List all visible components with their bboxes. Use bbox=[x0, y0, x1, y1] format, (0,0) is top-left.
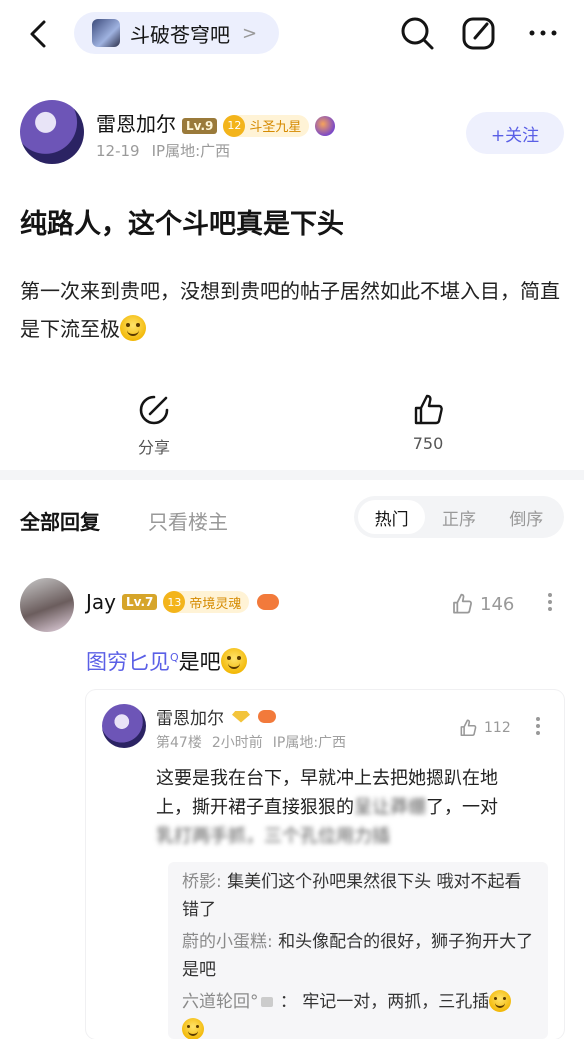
quoted-reply-card[interactable]: 雷恩加尔 第47楼 2小时前 IP属地:广西 112 这要是我在台下，早就冲上去把她… bbox=[86, 690, 564, 1039]
rank-title: 斗圣九星 bbox=[249, 120, 302, 135]
orb-badge-icon bbox=[315, 115, 336, 136]
sub-reply-text: 牢记一对，两抓，三孔插 bbox=[302, 992, 490, 1012]
sort-toggle: 热门 正序 倒序 bbox=[354, 496, 564, 538]
post-title: 纯路人，这个斗吧真是下头 bbox=[20, 209, 344, 240]
tab-all-replies[interactable]: 全部回复 bbox=[20, 506, 100, 535]
gamepad-icon bbox=[257, 594, 280, 610]
section-divider bbox=[0, 470, 584, 480]
topic-link-text: 图穷匕见 bbox=[86, 650, 170, 674]
avatar[interactable] bbox=[20, 578, 74, 632]
rank-badge: 12 斗圣九星 bbox=[223, 114, 310, 137]
search-icon[interactable] bbox=[398, 14, 436, 52]
more-options-icon[interactable] bbox=[533, 714, 543, 738]
hidden-name-mark bbox=[260, 997, 273, 1007]
shocked-emoji-icon bbox=[489, 990, 512, 1012]
nested-text-line2-end: 了，一对 bbox=[426, 797, 498, 818]
author-name-row: 雷恩加尔 Lv.9 12 斗圣九星 bbox=[96, 108, 336, 137]
sub-reply-user[interactable]: 蔚的小蛋糕: bbox=[182, 932, 273, 952]
search-mini-icon: Q bbox=[170, 651, 179, 664]
post-author: 雷恩加尔 Lv.9 12 斗圣九星 12-19 IP属地:广西 +关注 bbox=[20, 100, 564, 166]
post-body: 第一次来到贵吧，没想到贵吧的帖子居然如此不堪入目，简直是下流至极 bbox=[20, 272, 560, 348]
level-badge: Lv.7 bbox=[122, 594, 158, 610]
comment-text: 图穷匕见Q是吧 bbox=[86, 646, 247, 676]
post-body-text: 第一次来到贵吧，没想到贵吧的帖子居然如此不堪入目，简直是下流至极 bbox=[20, 279, 560, 341]
thumbs-up-icon bbox=[453, 593, 472, 614]
nested-meta: 第47楼 2小时前 IP属地:广西 bbox=[156, 732, 346, 752]
author-meta: 12-19 IP属地:广西 bbox=[96, 140, 230, 161]
nested-text-line1: 这要是我在台下，早就冲上去把她摁趴在地 bbox=[156, 768, 498, 789]
gem-badge-icon bbox=[232, 710, 250, 723]
forum-pill[interactable]: 斗破苍穹吧 > bbox=[74, 12, 280, 54]
forum-name: 斗破苍穹吧 bbox=[130, 22, 230, 47]
blurred-text: 乳打两手抓，三个孔位用力插 bbox=[156, 826, 390, 847]
comment-like-count: 146 bbox=[480, 593, 515, 615]
more-icon[interactable] bbox=[524, 14, 562, 52]
author-name[interactable]: 雷恩加尔 bbox=[96, 112, 176, 136]
sort-hot[interactable]: 热门 bbox=[358, 500, 426, 534]
level-badge: Lv.9 bbox=[182, 117, 218, 134]
nested-like-count: 112 bbox=[484, 720, 511, 736]
edit-icon[interactable] bbox=[460, 14, 498, 52]
comment-body: 是吧 bbox=[178, 650, 221, 674]
avatar[interactable] bbox=[102, 704, 146, 748]
like-button[interactable]: 750 bbox=[388, 392, 468, 453]
rank-number: 12 bbox=[223, 114, 246, 137]
rank-number: 13 bbox=[163, 591, 186, 613]
like-count: 750 bbox=[412, 434, 444, 453]
sub-reply-user[interactable]: 六道轮回° bbox=[182, 992, 259, 1012]
share-icon bbox=[139, 395, 169, 425]
sub-reply: 蔚的小蛋糕: 和头像配合的很好，狮子狗开大了是吧 bbox=[182, 928, 534, 984]
comment-like-button[interactable]: 146 bbox=[450, 592, 514, 616]
sub-replies[interactable]: 桥影: 集美们这个孙吧果然很下头 哦对不起看错了 蔚的小蛋糕: 和头像配合的很好… bbox=[168, 862, 548, 1039]
reply-time: 2小时前 bbox=[211, 735, 263, 751]
floor-number: 第47楼 bbox=[156, 735, 202, 751]
follow-button[interactable]: +关注 bbox=[466, 112, 564, 154]
comment-user[interactable]: Jay bbox=[86, 590, 116, 614]
back-icon[interactable] bbox=[22, 16, 54, 52]
avatar[interactable] bbox=[20, 100, 84, 164]
top-bar: 斗破苍穹吧 > bbox=[0, 0, 584, 68]
tab-op-only[interactable]: 只看楼主 bbox=[148, 506, 228, 535]
sub-reply: 桥影: 集美们这个孙吧果然很下头 哦对不起看错了 bbox=[182, 868, 534, 924]
sub-reply-text: 集美们这个孙吧果然很下头 哦对不起看错了 bbox=[182, 872, 522, 920]
share-label: 分享 bbox=[137, 438, 170, 457]
sub-reply: 六道轮回° ： 牢记一对，两抓，三孔插 bbox=[182, 988, 534, 1039]
chevron-right-icon: > bbox=[242, 22, 258, 44]
post-date: 12-19 bbox=[96, 142, 140, 160]
topic-link[interactable]: 图穷匕见Q bbox=[86, 650, 179, 674]
thumbs-up-icon bbox=[414, 394, 443, 425]
rank-badge: 13 帝境灵魂 bbox=[163, 591, 250, 613]
thumbs-up-icon bbox=[460, 719, 477, 736]
smile-emoji-icon bbox=[120, 315, 146, 341]
nested-user[interactable]: 雷恩加尔 bbox=[156, 704, 224, 729]
ip-location: IP属地:广西 bbox=[151, 142, 231, 160]
sort-ascending[interactable]: 正序 bbox=[425, 500, 492, 534]
sort-descending[interactable]: 倒序 bbox=[493, 500, 560, 534]
shocked-emoji-icon bbox=[182, 1018, 204, 1039]
comment-header: Jay Lv.7 13 帝境灵魂 bbox=[86, 590, 280, 614]
nested-text-line2: 上，撕开裙子直接狠狠的 bbox=[156, 797, 354, 818]
share-button[interactable]: 分享 bbox=[114, 392, 194, 458]
gamepad-icon bbox=[258, 710, 276, 723]
rank-title: 帝境灵魂 bbox=[189, 596, 242, 612]
sub-reply-user[interactable]: 桥影: bbox=[182, 872, 222, 892]
nested-like-button[interactable]: 112 bbox=[458, 718, 511, 738]
more-options-icon[interactable] bbox=[545, 590, 555, 614]
forum-avatar bbox=[92, 19, 120, 47]
smile-emoji-icon bbox=[220, 648, 247, 674]
nested-text: 这要是我在台下，早就冲上去把她摁趴在地 上，撕开裙子直接狠狠的呈让莽绷了，一对 … bbox=[156, 764, 548, 851]
ip-location: IP属地:广西 bbox=[272, 735, 347, 751]
nested-header: 雷恩加尔 bbox=[156, 704, 276, 729]
blurred-text: 呈让莽绷 bbox=[354, 797, 426, 818]
